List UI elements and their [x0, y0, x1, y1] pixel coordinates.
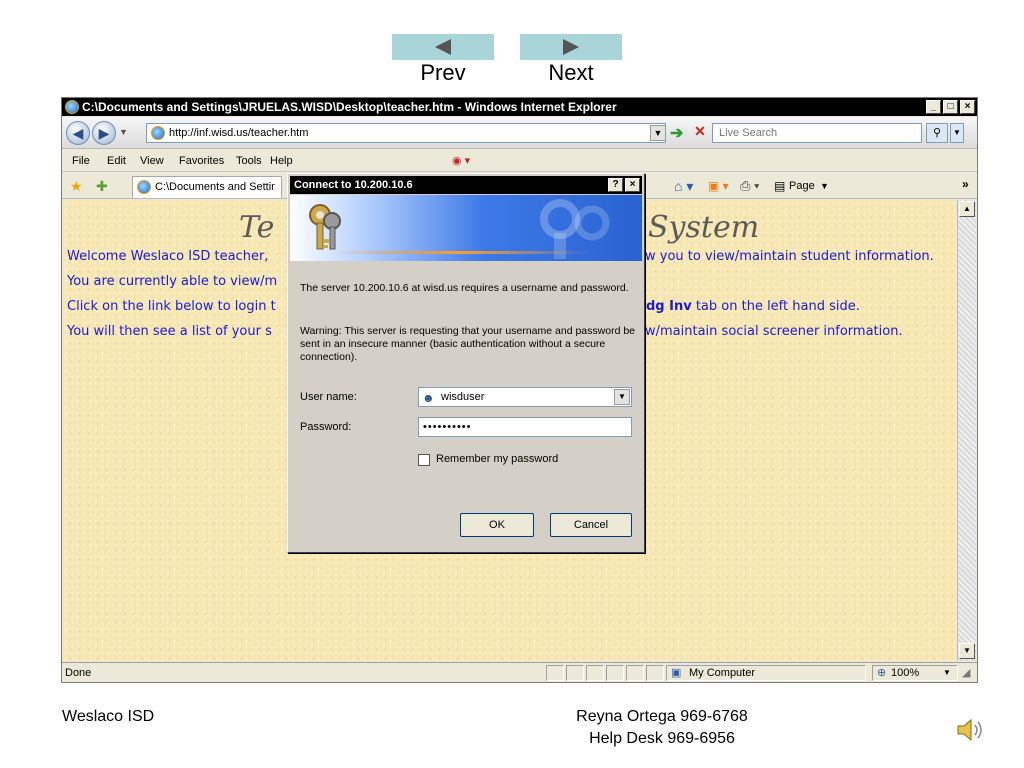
add-favorites-icon[interactable]: ✚	[96, 173, 108, 199]
feeds-icon[interactable]: ▣ ▾	[708, 173, 729, 199]
username-value: wisduser	[441, 391, 485, 403]
remember-password-label[interactable]: Remember my password	[436, 453, 558, 465]
menu-bar: File Edit View Favorites Tools Help ◉ ▾	[62, 150, 977, 172]
list-line-right: w/maintain social screener information.	[645, 324, 903, 339]
print-icon[interactable]: ⎙ ▾	[740, 173, 759, 199]
info-line: You are currently able to view/m	[67, 274, 278, 289]
toolbar-addon-icon[interactable]: ◉ ▾	[452, 150, 470, 172]
next-label[interactable]: Next	[520, 60, 622, 86]
address-toolbar: ◀ ▶ ▼ http://inf.wisd.us/teacher.htm ▼ ➔…	[62, 117, 977, 149]
banner-watermark-keys-icon	[540, 199, 610, 259]
maximize-button[interactable]: □	[943, 100, 958, 114]
ie-logo-icon	[65, 100, 79, 114]
footer-contact-line1: Reyna Ortega 969-6768	[576, 708, 748, 725]
dialog-warning: Warning: This server is requesting that …	[300, 325, 636, 363]
dialog-titlebar: Connect to 10.200.10.6 ? ×	[290, 176, 642, 194]
bldg-inv-link[interactable]: dg Inv	[646, 299, 692, 314]
zoom-icon: ⊕	[877, 667, 887, 679]
status-cell	[606, 665, 624, 681]
dialog-help-button[interactable]: ?	[608, 178, 623, 192]
connect-dialog: Connect to 10.200.10.6 ? × The server 10…	[287, 173, 645, 553]
zoom-dropdown-icon[interactable]: ▼	[943, 663, 951, 683]
instruction-line-rest: tab on the left hand side.	[691, 299, 860, 314]
go-icon[interactable]: ➔	[670, 123, 683, 143]
computer-icon: ▣	[671, 667, 682, 679]
history-dropdown-icon[interactable]: ▼	[119, 127, 128, 137]
close-button[interactable]: ×	[960, 100, 975, 114]
status-bar: Done ▣ My Computer ⊕ 100% ▼ ◢	[62, 662, 977, 682]
footer-contact-line2: Help Desk 969-6956	[589, 730, 735, 747]
page-menu[interactable]: Page	[789, 173, 815, 199]
menu-file[interactable]: File	[72, 150, 90, 172]
prev-arrow-icon	[435, 39, 451, 55]
dialog-title: Connect to 10.200.10.6	[294, 179, 413, 191]
speaker-icon[interactable]	[955, 716, 987, 744]
cancel-button[interactable]: Cancel	[550, 513, 632, 537]
menu-edit[interactable]: Edit	[107, 150, 126, 172]
status-cell	[626, 665, 644, 681]
menu-view[interactable]: View	[140, 150, 164, 172]
welcome-line: Welcome Weslaco ISD teacher,	[67, 249, 269, 264]
page-ie-icon	[151, 126, 165, 140]
password-input[interactable]: ••••••••••	[418, 417, 632, 437]
menu-tools[interactable]: Tools	[236, 150, 262, 172]
footer-org: Weslaco ISD	[62, 708, 155, 725]
ok-button[interactable]: OK	[460, 513, 534, 537]
page-menu-dropdown-icon[interactable]: ▼	[820, 173, 829, 199]
prev-label[interactable]: Prev	[392, 60, 494, 86]
tab-ie-icon	[137, 180, 151, 194]
page-heading-right: System	[648, 210, 760, 245]
password-label: Password:	[300, 421, 352, 433]
next-button[interactable]	[520, 34, 622, 60]
page-menu-icon[interactable]: ▤	[774, 173, 785, 199]
zone-cell: ▣ My Computer	[666, 665, 866, 681]
dialog-banner	[290, 195, 642, 261]
address-dropdown-icon[interactable]: ▼	[650, 125, 666, 141]
dialog-close-button[interactable]: ×	[625, 178, 640, 192]
instruction-line: Click on the link below to login t	[67, 299, 276, 314]
home-icon[interactable]: ⌂ ▾	[674, 173, 693, 199]
menu-help[interactable]: Help	[270, 150, 293, 172]
scroll-up-icon[interactable]: ▲	[959, 201, 975, 217]
status-cell	[566, 665, 584, 681]
status-cell	[546, 665, 564, 681]
back-button[interactable]: ◀	[66, 121, 90, 145]
search-input[interactable]: Live Search	[712, 123, 922, 143]
resize-grip-icon[interactable]: ◢	[962, 663, 970, 683]
instruction-line-right: dg Inv tab on the left hand side.	[646, 299, 860, 314]
prev-button[interactable]	[392, 34, 494, 60]
window-title: C:\Documents and Settings\JRUELAS.WISD\D…	[82, 100, 617, 114]
footer-contact: Reyna Ortega 969-6768 Help Desk 969-6956	[520, 706, 804, 750]
zone-text: My Computer	[689, 667, 756, 679]
keys-icon	[309, 204, 341, 250]
vertical-scrollbar[interactable]: ▲ ▼	[957, 200, 976, 661]
page-heading-left: Te	[239, 210, 275, 245]
window-titlebar: C:\Documents and Settings\JRUELAS.WISD\D…	[62, 98, 977, 116]
address-input[interactable]: http://inf.wisd.us/teacher.htm	[146, 123, 666, 143]
username-label: User name:	[300, 391, 357, 403]
tab-current[interactable]: C:\Documents and Settir	[132, 176, 282, 198]
stop-icon[interactable]: ✕	[692, 123, 708, 141]
zoom-text: 100%	[891, 667, 920, 679]
list-line: You will then see a list of your s	[67, 324, 272, 339]
next-arrow-icon	[563, 39, 579, 55]
menu-favorites[interactable]: Favorites	[179, 150, 224, 172]
scroll-down-icon[interactable]: ▼	[959, 643, 975, 659]
welcome-line-right: w you to view/maintain student informati…	[645, 249, 934, 264]
status-cell	[646, 665, 664, 681]
zoom-cell[interactable]: ⊕ 100% ▼	[872, 665, 958, 681]
toolbar-overflow-icon[interactable]: »	[962, 171, 969, 197]
minimize-button[interactable]: _	[926, 100, 941, 114]
username-dropdown-icon[interactable]: ▼	[614, 389, 630, 405]
status-text: Done	[65, 667, 92, 679]
search-options-dropdown-icon[interactable]: ▼	[950, 123, 964, 143]
favorites-star-icon[interactable]: ★	[70, 173, 83, 199]
dialog-message: The server 10.200.10.6 at wisd.us requir…	[300, 282, 629, 294]
search-icon[interactable]: ⚲	[926, 123, 948, 143]
status-cell	[586, 665, 604, 681]
username-combobox[interactable]: ☻ wisduser ▼	[418, 387, 632, 407]
forward-button[interactable]: ▶	[92, 121, 116, 145]
remember-password-checkbox[interactable]	[418, 454, 430, 466]
user-icon: ☻	[422, 391, 435, 405]
